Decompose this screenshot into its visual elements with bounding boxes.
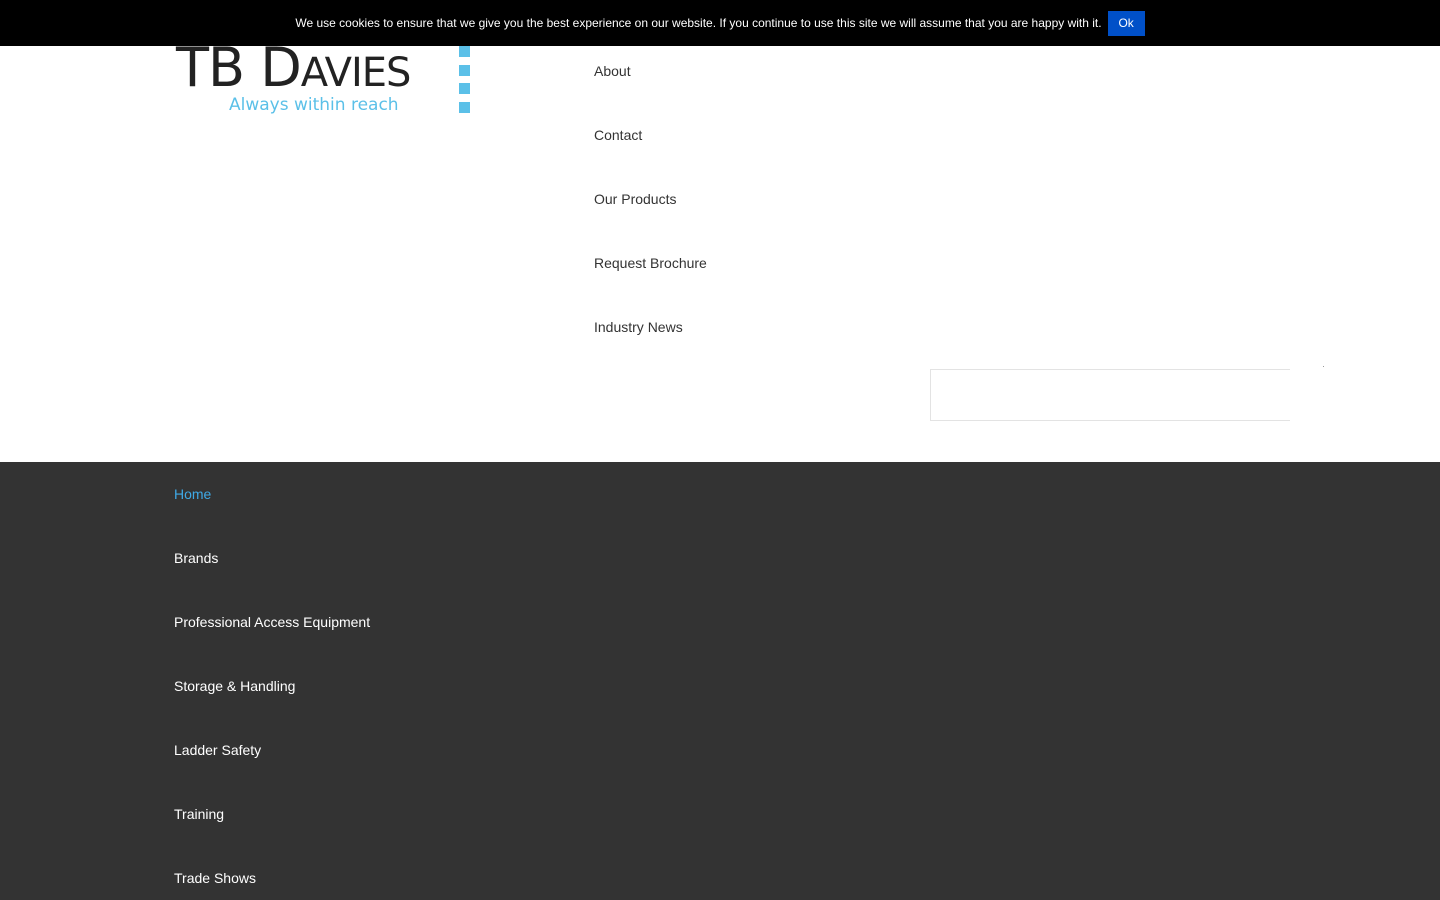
main-nav-item-ladder-safety: Ladder Safety	[174, 742, 370, 806]
main-navigation: Home Brands Professional Access Equipmen…	[0, 462, 1440, 900]
main-nav-link-storage-handling[interactable]: Storage & Handling	[174, 678, 295, 694]
main-nav-link-brands[interactable]: Brands	[174, 550, 218, 566]
main-nav-link-training[interactable]: Training	[174, 806, 224, 822]
logo-square-dots	[459, 46, 470, 120]
cookie-ok-button[interactable]: Ok	[1107, 10, 1145, 36]
top-nav-about[interactable]: About	[594, 62, 707, 126]
main-nav-item-home: Home	[174, 486, 370, 550]
site-logo[interactable]: TB DAVIES Always within reach	[176, 40, 476, 120]
logo-wordmark: TB DAVIES	[176, 36, 411, 99]
main-nav-link-ladder-safety[interactable]: Ladder Safety	[174, 742, 261, 758]
top-nav-industry-news[interactable]: Industry News	[594, 318, 707, 382]
top-nav-request-brochure[interactable]: Request Brochure	[594, 254, 707, 318]
main-nav-item-storage-handling: Storage & Handling	[174, 678, 370, 742]
cookie-consent-bar: We use cookies to ensure that we give yo…	[0, 0, 1440, 46]
main-nav-link-trade-shows[interactable]: Trade Shows	[174, 870, 256, 886]
main-nav-link-home[interactable]: Home	[174, 486, 211, 502]
top-nav-our-products[interactable]: Our Products	[594, 190, 707, 254]
main-nav-list: Home Brands Professional Access Equipmen…	[174, 486, 370, 900]
top-navigation: About Contact Our Products Request Broch…	[594, 62, 707, 382]
site-header: TB DAVIES Always within reach About Cont…	[0, 0, 1440, 462]
main-nav-link-professional-access-equipment[interactable]: Professional Access Equipment	[174, 614, 370, 630]
decorative-dot	[1323, 366, 1324, 367]
main-nav-item-trade-shows: Trade Shows	[174, 870, 370, 900]
search-input[interactable]	[930, 369, 1290, 421]
top-nav-contact[interactable]: Contact	[594, 126, 707, 190]
logo-tagline: Always within reach	[229, 95, 399, 115]
cookie-message: We use cookies to ensure that we give yo…	[295, 16, 1102, 30]
main-nav-item-brands: Brands	[174, 550, 370, 614]
main-nav-item-training: Training	[174, 806, 370, 870]
main-nav-item-professional-access-equipment: Professional Access Equipment	[174, 614, 370, 678]
